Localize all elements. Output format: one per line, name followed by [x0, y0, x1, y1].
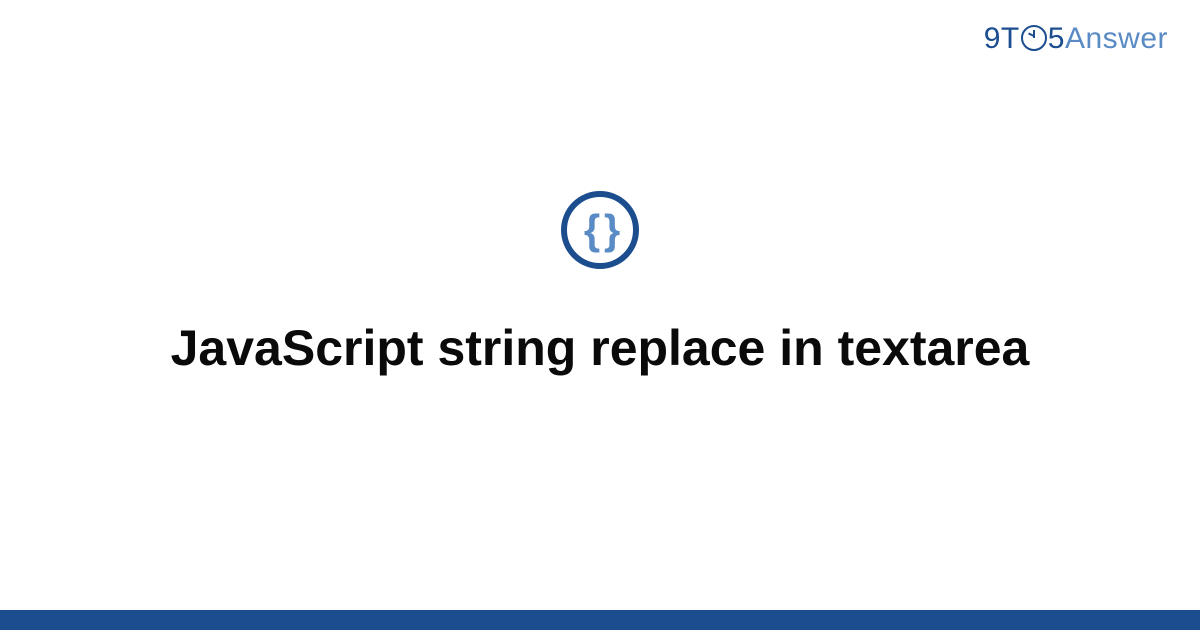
code-braces-icon: { } — [561, 191, 639, 269]
braces-glyph: { } — [584, 209, 616, 251]
footer-accent-bar — [0, 610, 1200, 630]
page-title: JavaScript string replace in textarea — [171, 317, 1030, 380]
main-content: { } JavaScript string replace in textare… — [0, 0, 1200, 610]
